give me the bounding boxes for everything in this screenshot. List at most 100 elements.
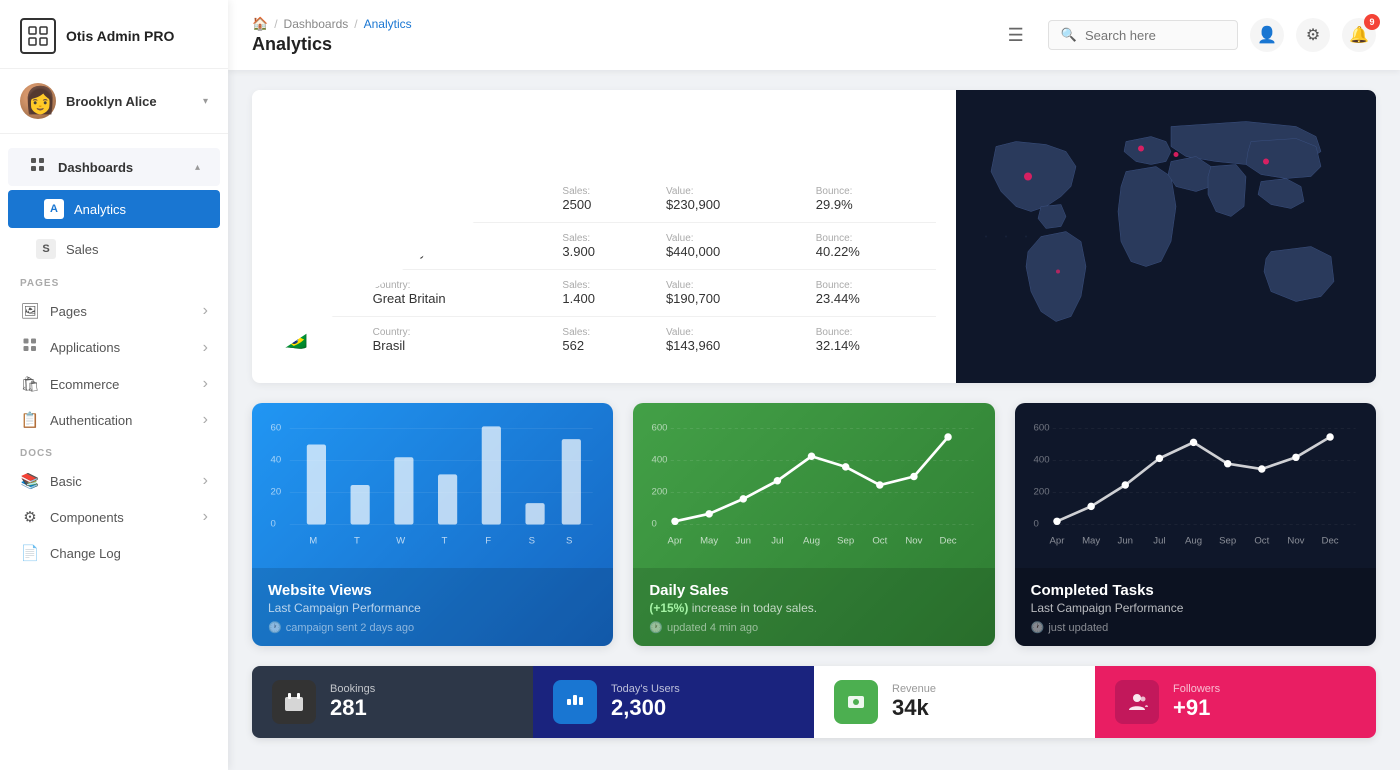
daily-sales-subtitle: (+15%) increase in today sales.	[649, 601, 978, 615]
revenue-value: 34k	[892, 695, 929, 720]
sidebar-item-basic[interactable]: 📚 Basic	[0, 463, 228, 499]
table-row: 🇧🇷 Country:Brasil Sales:562 Value:$143,9…	[272, 317, 936, 364]
sales-table-section: 🌐 Sales by Country 🇺🇸 Country:United Sta…	[252, 90, 956, 383]
sales-label: Sales	[66, 242, 99, 257]
website-views-chart: 60 40 20 0	[252, 403, 613, 568]
svg-text:600: 600	[1033, 423, 1049, 434]
svg-text:S: S	[566, 536, 572, 547]
sidebar-item-ecommerce[interactable]: 🛍 Ecommerce	[0, 366, 228, 402]
menu-toggle-button[interactable]: ☰	[1008, 25, 1024, 46]
svg-text:Aug: Aug	[803, 536, 820, 547]
search-box[interactable]: 🔍	[1048, 20, 1238, 50]
ecommerce-icon: 🛍	[20, 375, 40, 393]
applications-label: Applications	[50, 340, 120, 355]
revenue-value: $190,700	[666, 291, 800, 306]
breadcrumb-dashboards[interactable]: Dashboards	[284, 17, 349, 31]
completed-tasks-card: 600 400 200 0	[1015, 403, 1376, 646]
table-row: 🇩🇪 Country:Germany Sales:3.900 Value:$44…	[272, 223, 936, 270]
website-views-subtitle: Last Campaign Performance	[268, 601, 597, 615]
docs-section-label: DOCS	[0, 438, 228, 463]
sidebar-item-sales[interactable]: S Sales	[0, 230, 228, 268]
analytics-icon: A	[44, 199, 64, 219]
sidebar-item-changelog[interactable]: 📄 Change Log	[0, 535, 228, 571]
svg-text:400: 400	[652, 455, 668, 466]
svg-text:20: 20	[271, 487, 282, 498]
settings-button[interactable]: ⚙	[1296, 18, 1330, 52]
svg-text:Jun: Jun	[1117, 536, 1132, 547]
sidebar-item-dashboards[interactable]: Dashboards ▴	[8, 148, 220, 186]
svg-text:May: May	[1082, 536, 1100, 547]
daily-sales-footer: Daily Sales (+15%) increase in today sal…	[633, 568, 994, 646]
svg-text:Jun: Jun	[736, 536, 751, 547]
svg-text:Aug: Aug	[1185, 536, 1202, 547]
main-content: 🏠 / Dashboards / Analytics Analytics ☰ 🔍…	[228, 0, 1400, 770]
header: 🏠 / Dashboards / Analytics Analytics ☰ 🔍…	[228, 0, 1400, 70]
bounce-value: 40.22%	[816, 244, 928, 259]
breadcrumb-analytics[interactable]: Analytics	[364, 17, 412, 31]
charts-row: 60 40 20 0	[252, 403, 1376, 646]
svg-text:60: 60	[271, 423, 282, 434]
avatar	[20, 83, 56, 119]
app-title: Otis Admin PRO	[66, 28, 174, 44]
dashboards-chevron-icon: ▴	[195, 162, 200, 173]
clock-icon: 🕐	[268, 621, 282, 634]
world-map	[956, 90, 1376, 383]
svg-text:0: 0	[652, 519, 657, 530]
sidebar-user[interactable]: Brooklyn Alice ▾	[0, 69, 228, 134]
notifications-button[interactable]: 🔔	[1342, 18, 1376, 52]
stat-bookings: Bookings 281	[252, 666, 533, 738]
clock-icon: 🕐	[649, 621, 663, 634]
bounce-value: 32.14%	[816, 338, 928, 353]
bookings-label: Bookings	[330, 683, 375, 695]
users-label: Today's Users	[611, 683, 680, 695]
search-input[interactable]	[1085, 28, 1225, 43]
svg-text:T: T	[354, 536, 360, 547]
sales-by-country-card: 🌐 Sales by Country 🇺🇸 Country:United Sta…	[252, 90, 1376, 383]
daily-sales-chart: 600 400 200 0	[633, 403, 994, 568]
basic-label: Basic	[50, 474, 82, 489]
svg-text:Jul: Jul	[772, 536, 784, 547]
sidebar-item-analytics[interactable]: A Analytics	[8, 190, 220, 228]
sales-value: 562	[562, 338, 650, 353]
revenue-label: Revenue	[892, 683, 936, 695]
users-icon	[553, 680, 597, 724]
sidebar-item-components[interactable]: ⚙ Components	[0, 499, 228, 535]
svg-text:600: 600	[652, 423, 668, 434]
basic-icon: 📚	[20, 472, 40, 490]
breadcrumb: 🏠 / Dashboards / Analytics Analytics	[252, 16, 984, 55]
sales-card-icon: 🌐	[272, 110, 318, 156]
sales-table: 🇺🇸 Country:United State Sales:2500 Value…	[272, 176, 936, 363]
home-icon: 🏠	[252, 16, 268, 32]
svg-text:0: 0	[271, 519, 276, 530]
sidebar-logo: Otis Admin PRO	[0, 0, 228, 69]
sidebar-item-pages[interactable]: 🖼 Pages	[0, 293, 228, 329]
sales-value: 3.900	[562, 244, 650, 259]
sidebar-item-authentication[interactable]: 📋 Authentication	[0, 402, 228, 438]
pages-section-label: PAGES	[0, 268, 228, 293]
country-name: Brasil	[373, 338, 547, 353]
svg-text:Nov: Nov	[906, 536, 923, 547]
completed-tasks-chart: 600 400 200 0	[1015, 403, 1376, 568]
revenue-value: $143,960	[666, 338, 800, 353]
website-views-time: 🕐 campaign sent 2 days ago	[268, 621, 597, 634]
svg-text:400: 400	[1033, 455, 1049, 466]
changelog-icon: 📄	[20, 544, 40, 562]
svg-text:Oct: Oct	[1254, 536, 1269, 547]
users-value: 2,300	[611, 695, 666, 720]
sales-value: 2500	[562, 197, 650, 212]
logo-icon	[20, 18, 56, 54]
bookings-info: Bookings 281	[330, 683, 375, 721]
svg-text:Apr: Apr	[668, 536, 684, 547]
components-label: Components	[50, 510, 124, 525]
completed-tasks-time: 🕐 just updated	[1031, 621, 1360, 634]
stats-row: Bookings 281 Today's Users 2,300	[252, 666, 1376, 738]
sidebar-item-applications[interactable]: Applications	[0, 329, 228, 366]
username: Brooklyn Alice	[66, 94, 157, 109]
pages-icon: 🖼	[20, 302, 40, 320]
user-profile-button[interactable]: 👤	[1250, 18, 1284, 52]
content-area: 🌐 Sales by Country 🇺🇸 Country:United Sta…	[228, 70, 1400, 770]
svg-text:Sep: Sep	[1219, 536, 1236, 547]
followers-label: Followers	[1173, 683, 1220, 695]
table-row: 🇺🇸 Country:United State Sales:2500 Value…	[272, 176, 936, 223]
svg-text:W: W	[396, 536, 405, 547]
